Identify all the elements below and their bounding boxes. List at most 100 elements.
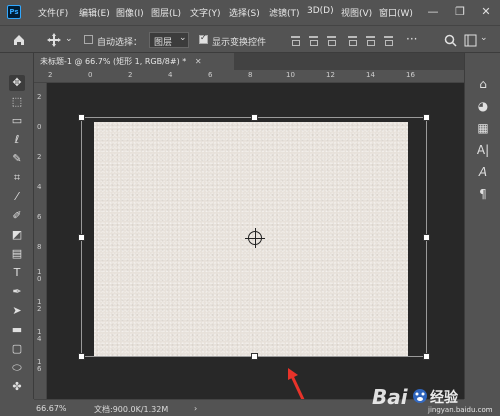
- artboard-tool-icon[interactable]: ⬚: [9, 94, 25, 110]
- ruler-label: 6: [208, 71, 213, 79]
- menu-file[interactable]: 文件(F): [38, 6, 68, 19]
- layer-select-value: 图层: [154, 38, 173, 48]
- home-icon[interactable]: [12, 33, 26, 47]
- custom-shape-tool-icon[interactable]: ✤: [9, 379, 25, 395]
- transform-handle-top-right[interactable]: [423, 114, 430, 121]
- workspace-icon[interactable]: [464, 34, 477, 47]
- move-tool-icon[interactable]: [46, 32, 62, 48]
- ruler-label: 2: [48, 71, 53, 79]
- character-panel-icon[interactable]: A|: [474, 141, 492, 159]
- ruler-label: 1 4: [37, 328, 42, 343]
- ruler-label: 6: [37, 213, 42, 221]
- transform-handle-left[interactable]: [78, 234, 85, 241]
- ruler-label: 4: [168, 71, 173, 79]
- ruler-label: 2: [37, 93, 42, 101]
- rounded-rectangle-tool-icon[interactable]: ▢: [9, 341, 25, 357]
- ruler-label: 2: [128, 71, 133, 79]
- svg-text:Bai: Bai: [372, 385, 409, 409]
- gradient-tool-icon[interactable]: ▤: [9, 246, 25, 262]
- ruler-label: 2: [37, 153, 42, 161]
- menu-3d[interactable]: 3D(D): [307, 6, 334, 16]
- document-tab-title: 未标题-1 @ 66.7% (矩形 1, RGB/8#) *: [40, 57, 187, 66]
- more-options-icon[interactable]: ···: [406, 32, 417, 46]
- rectangle-tool-icon[interactable]: ▬: [9, 322, 25, 338]
- lasso-tool-icon[interactable]: ℓ: [9, 132, 25, 148]
- transform-center-crosshair[interactable]: [245, 228, 265, 248]
- history-icon[interactable]: ⌂: [474, 75, 492, 93]
- align-left-icon[interactable]: [347, 35, 358, 46]
- align-right-icon[interactable]: [383, 35, 394, 46]
- ellipse-tool-icon[interactable]: ⬭: [9, 360, 25, 376]
- menu-layer[interactable]: 图层(L): [151, 6, 181, 19]
- menu-bar: Ps 文件(F) 编辑(E) 图像(I) 图层(L) 文字(Y) 选择(S) 滤…: [0, 0, 500, 25]
- ruler-label: 14: [366, 71, 375, 79]
- restore-button[interactable]: ❐: [452, 4, 468, 20]
- eyedropper-tool-icon[interactable]: ⁄: [9, 189, 25, 205]
- auto-select-checkbox[interactable]: [84, 35, 93, 44]
- close-tab-icon[interactable]: ✕: [195, 57, 202, 66]
- horizontal-ruler: 2 0 2 4 6 8 10 12 14 16: [34, 70, 464, 83]
- menu-view[interactable]: 视图(V): [341, 6, 372, 19]
- paragraph-icon[interactable]: ¶: [474, 185, 492, 203]
- move-tool-icon[interactable]: ✥: [9, 75, 25, 91]
- chevron-down-icon[interactable]: ⌄: [480, 33, 488, 43]
- close-button[interactable]: ✕: [478, 4, 494, 20]
- transform-handle-right[interactable]: [423, 234, 430, 241]
- ruler-label: 12: [326, 71, 335, 79]
- menu-select[interactable]: 选择(S): [229, 6, 260, 19]
- pen-tool-icon[interactable]: ✒: [9, 284, 25, 300]
- document-tab[interactable]: 未标题-1 @ 66.7% (矩形 1, RGB/8#) * ✕: [34, 53, 234, 70]
- ruler-label: 1 2: [37, 298, 42, 313]
- ruler-label: 10: [286, 71, 295, 79]
- menu-type[interactable]: 文字(Y): [190, 6, 221, 19]
- transform-handle-bottom[interactable]: [251, 353, 258, 360]
- minimize-button[interactable]: —: [425, 4, 441, 20]
- show-transform-checkbox[interactable]: [199, 33, 208, 44]
- align-hcenter-icon[interactable]: [365, 35, 376, 46]
- panel-dock: ⌂ ◕ ▦ A| A ¶: [464, 53, 500, 399]
- menu-image[interactable]: 图像(I): [116, 6, 144, 19]
- menu-edit[interactable]: 编辑(E): [79, 6, 110, 19]
- ruler-label: 4: [37, 183, 42, 191]
- quick-select-tool-icon[interactable]: ✎: [9, 151, 25, 167]
- options-bar: ⌄ 自动选择： 图层 ⌄ 显示变换控件 ··· ⌄: [0, 25, 500, 53]
- vertical-ruler: 2 0 2 4 6 8 1 0 1 2 1 4 1 6: [34, 83, 47, 399]
- ruler-label: 1 0: [37, 268, 42, 283]
- document-size: 文档:900.0K/1.32M: [94, 405, 169, 414]
- path-select-tool-icon[interactable]: ➤: [9, 303, 25, 319]
- marquee-tool-icon[interactable]: ▭: [9, 113, 25, 129]
- align-vcenter-icon[interactable]: [308, 35, 319, 46]
- align-bottom-icon[interactable]: [326, 35, 337, 46]
- zoom-level[interactable]: 66.67%: [36, 404, 67, 413]
- color-palette-icon[interactable]: ◕: [474, 97, 492, 115]
- baidu-watermark: Bai 经验 jingyan.baidu.com: [370, 384, 500, 416]
- menu-filter[interactable]: 滤镜(T): [269, 6, 300, 19]
- eraser-tool-icon[interactable]: ◩: [9, 227, 25, 243]
- glyphs-icon[interactable]: A: [474, 163, 492, 181]
- transform-handle-bottom-right[interactable]: [423, 353, 430, 360]
- ruler-label: 0: [88, 71, 93, 79]
- swatches-grid-icon[interactable]: ▦: [474, 119, 492, 137]
- transform-handle-bottom-left[interactable]: [78, 353, 85, 360]
- align-top-icon[interactable]: [290, 35, 301, 46]
- search-icon[interactable]: [444, 34, 457, 47]
- ruler-label: 0: [37, 123, 42, 131]
- document-tabs: 未标题-1 @ 66.7% (矩形 1, RGB/8#) * ✕: [34, 53, 464, 70]
- chevron-down-icon: ⌄: [179, 33, 187, 43]
- ruler-label: 16: [406, 71, 415, 79]
- type-tool-icon[interactable]: T: [9, 265, 25, 281]
- auto-select-target-dropdown[interactable]: 图层 ⌄: [149, 32, 189, 48]
- chevron-right-icon[interactable]: ›: [194, 404, 197, 413]
- chevron-down-icon[interactable]: ⌄: [65, 34, 73, 44]
- transform-handle-top-left[interactable]: [78, 114, 85, 121]
- watermark-suffix: 经验: [430, 390, 458, 406]
- crop-tool-icon[interactable]: ⌗: [9, 170, 25, 186]
- transform-handle-top[interactable]: [251, 114, 258, 121]
- ruler-label: 8: [37, 243, 42, 251]
- ruler-label: 1 6: [37, 358, 42, 373]
- menu-window[interactable]: 窗口(W): [379, 6, 413, 19]
- show-transform-label: 显示变换控件: [212, 38, 267, 48]
- brush-tool-icon[interactable]: ✐: [9, 208, 25, 224]
- tools-panel: ✥ ⬚ ▭ ℓ ✎ ⌗ ⁄ ✐ ◩ ▤ T ✒ ➤ ▬ ▢ ⬭ ✤: [0, 53, 34, 399]
- watermark-url: jingyan.baidu.com: [428, 406, 493, 414]
